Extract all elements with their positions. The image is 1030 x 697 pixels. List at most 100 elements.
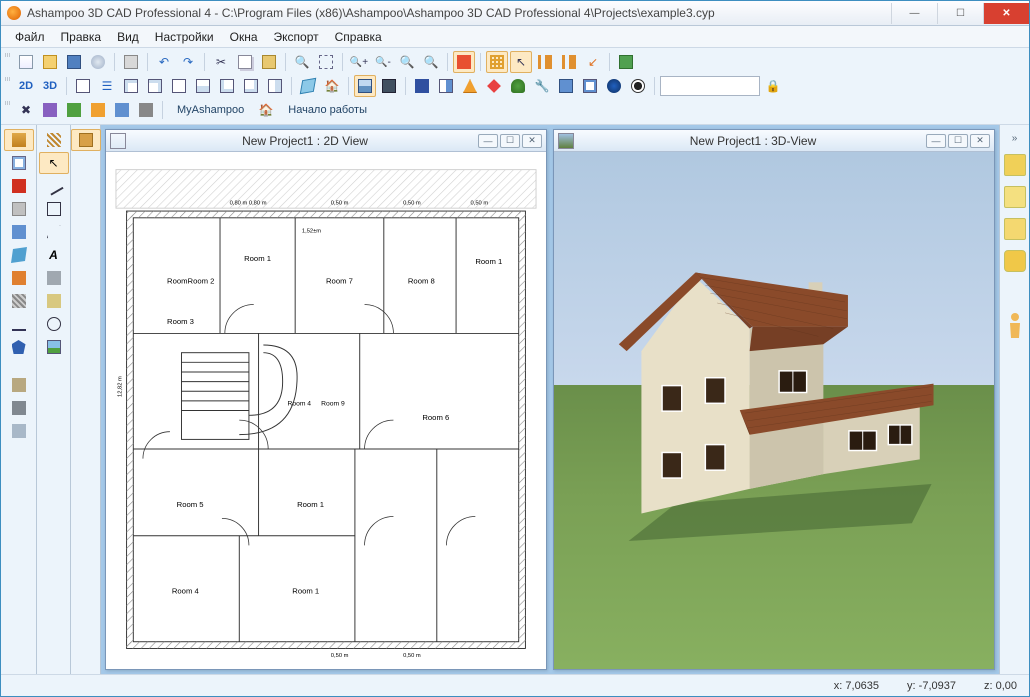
tb2-window-icon[interactable] bbox=[579, 75, 601, 97]
tb2-camera-icon[interactable] bbox=[378, 75, 400, 97]
select-tool[interactable]: ↖ bbox=[39, 152, 69, 174]
expand-arrows-icon[interactable]: » bbox=[1012, 133, 1018, 144]
undo-button[interactable]: ↶ bbox=[153, 51, 175, 73]
tb3-k-icon[interactable] bbox=[39, 99, 61, 121]
tb2-target-icon[interactable] bbox=[627, 75, 649, 97]
tb2-image-icon[interactable] bbox=[354, 75, 376, 97]
tb2-icon[interactable] bbox=[168, 75, 190, 97]
open-file-button[interactable] bbox=[39, 51, 61, 73]
export-tool[interactable] bbox=[4, 397, 34, 419]
stop-button[interactable] bbox=[453, 51, 475, 73]
panel-max-button[interactable]: ☐ bbox=[500, 134, 520, 148]
fill-tool[interactable] bbox=[39, 290, 69, 312]
redo-button[interactable]: ↷ bbox=[177, 51, 199, 73]
wall-draw-tool[interactable] bbox=[71, 129, 101, 151]
catalog-button-4[interactable] bbox=[1004, 250, 1026, 272]
catalog-button-3[interactable] bbox=[1004, 218, 1026, 240]
lock-button[interactable]: 🔒 bbox=[762, 75, 784, 97]
link-button[interactable] bbox=[615, 51, 637, 73]
3d-tool[interactable] bbox=[4, 244, 34, 266]
close-button[interactable] bbox=[983, 3, 1029, 24]
tb2-house-icon[interactable]: 🏠 bbox=[321, 75, 343, 97]
zoom-out-button[interactable]: 🔍- bbox=[372, 51, 394, 73]
tb2-grid2-icon[interactable] bbox=[555, 75, 577, 97]
paint-tool[interactable] bbox=[4, 267, 34, 289]
windows-tool[interactable] bbox=[4, 152, 34, 174]
ellipse-tool[interactable] bbox=[39, 313, 69, 335]
menu-file[interactable]: Файл bbox=[7, 28, 53, 46]
ruler-v-button[interactable] bbox=[534, 51, 556, 73]
copy-button[interactable] bbox=[234, 51, 256, 73]
zoom-all-button[interactable]: 🔍 bbox=[420, 51, 442, 73]
myashampoo-button[interactable]: MyAshampoo bbox=[168, 99, 253, 121]
toolbar-grip[interactable] bbox=[5, 53, 10, 71]
tb2-icon[interactable] bbox=[144, 75, 166, 97]
maximize-button[interactable] bbox=[937, 3, 983, 24]
menu-view[interactable]: Вид bbox=[109, 28, 147, 46]
menu-settings[interactable]: Настройки bbox=[147, 28, 222, 46]
layer-tool[interactable] bbox=[4, 420, 34, 442]
getting-started-button[interactable]: Начало работы bbox=[279, 99, 376, 121]
zoom-in-button[interactable]: 🔍+ bbox=[348, 51, 370, 73]
polyline-tool[interactable] bbox=[39, 221, 69, 243]
tb2-split-icon[interactable] bbox=[435, 75, 457, 97]
panel-max-button[interactable]: ☐ bbox=[948, 134, 968, 148]
print-button[interactable] bbox=[120, 51, 142, 73]
tb3-icon[interactable] bbox=[87, 99, 109, 121]
walls-tool[interactable] bbox=[4, 129, 34, 151]
tb3-icon[interactable] bbox=[135, 99, 157, 121]
menu-export[interactable]: Экспорт bbox=[266, 28, 327, 46]
panel-close-button[interactable]: ✕ bbox=[970, 134, 990, 148]
tb3-wrench-icon[interactable]: ✖ bbox=[15, 99, 37, 121]
toolbar-dropdown[interactable] bbox=[660, 76, 760, 96]
tb3-icon[interactable] bbox=[111, 99, 133, 121]
image-tool[interactable] bbox=[39, 336, 69, 358]
minimize-button[interactable] bbox=[891, 3, 937, 24]
panel-min-button[interactable]: — bbox=[926, 134, 946, 148]
catalog-button-2[interactable] bbox=[1004, 186, 1026, 208]
view-3d[interactable] bbox=[554, 152, 994, 669]
save-as-button[interactable] bbox=[87, 51, 109, 73]
view-3d-button[interactable]: 3D bbox=[39, 75, 61, 97]
save-button[interactable] bbox=[63, 51, 85, 73]
toolbar-grip[interactable] bbox=[5, 77, 10, 95]
zoom-tool-button[interactable]: 🔍 bbox=[291, 51, 313, 73]
line-tool[interactable] bbox=[39, 175, 69, 197]
diagonal-button[interactable]: ↙ bbox=[582, 51, 604, 73]
tb2-globe-icon[interactable] bbox=[603, 75, 625, 97]
hatch-tool[interactable] bbox=[39, 129, 69, 151]
tb2-icon[interactable] bbox=[72, 75, 94, 97]
home-icon[interactable]: 🏠 bbox=[255, 99, 277, 121]
measure-tool[interactable] bbox=[39, 267, 69, 289]
dimension-tool[interactable] bbox=[4, 313, 34, 335]
tb2-wrench-icon[interactable]: 🔧 bbox=[531, 75, 553, 97]
menu-help[interactable]: Справка bbox=[327, 28, 390, 46]
tb2-warn-icon[interactable] bbox=[459, 75, 481, 97]
catalog-button-1[interactable] bbox=[1004, 154, 1026, 176]
cursor-button[interactable]: ↖ bbox=[510, 51, 532, 73]
grid-button[interactable] bbox=[486, 51, 508, 73]
zoom-fit-button[interactable]: 🔍 bbox=[396, 51, 418, 73]
cut-button[interactable]: ✂ bbox=[210, 51, 232, 73]
toolbar-grip[interactable] bbox=[5, 101, 10, 119]
new-file-button[interactable] bbox=[15, 51, 37, 73]
menu-windows[interactable]: Окна bbox=[222, 28, 266, 46]
tb2-icon[interactable]: ☰ bbox=[96, 75, 118, 97]
building-tool[interactable] bbox=[4, 374, 34, 396]
panel-min-button[interactable]: — bbox=[478, 134, 498, 148]
stairs-tool[interactable] bbox=[4, 290, 34, 312]
tb2-icon[interactable] bbox=[120, 75, 142, 97]
menu-edit[interactable]: Правка bbox=[53, 28, 110, 46]
rect-tool[interactable] bbox=[39, 198, 69, 220]
shield-tool[interactable] bbox=[4, 336, 34, 358]
roof-tool[interactable] bbox=[4, 175, 34, 197]
icon-tool[interactable] bbox=[4, 221, 34, 243]
ruler-h-button[interactable] bbox=[558, 51, 580, 73]
tb2-icon[interactable] bbox=[240, 75, 262, 97]
tb2-cube-icon[interactable] bbox=[297, 75, 319, 97]
floor-tool[interactable] bbox=[4, 198, 34, 220]
tb2-color-icon[interactable] bbox=[411, 75, 433, 97]
tb2-icon[interactable] bbox=[216, 75, 238, 97]
panel-close-button[interactable]: ✕ bbox=[522, 134, 542, 148]
view-2d[interactable]: RoomRoom 2 Room 3 Room 1 Room 7 Room 8 R… bbox=[106, 152, 546, 669]
